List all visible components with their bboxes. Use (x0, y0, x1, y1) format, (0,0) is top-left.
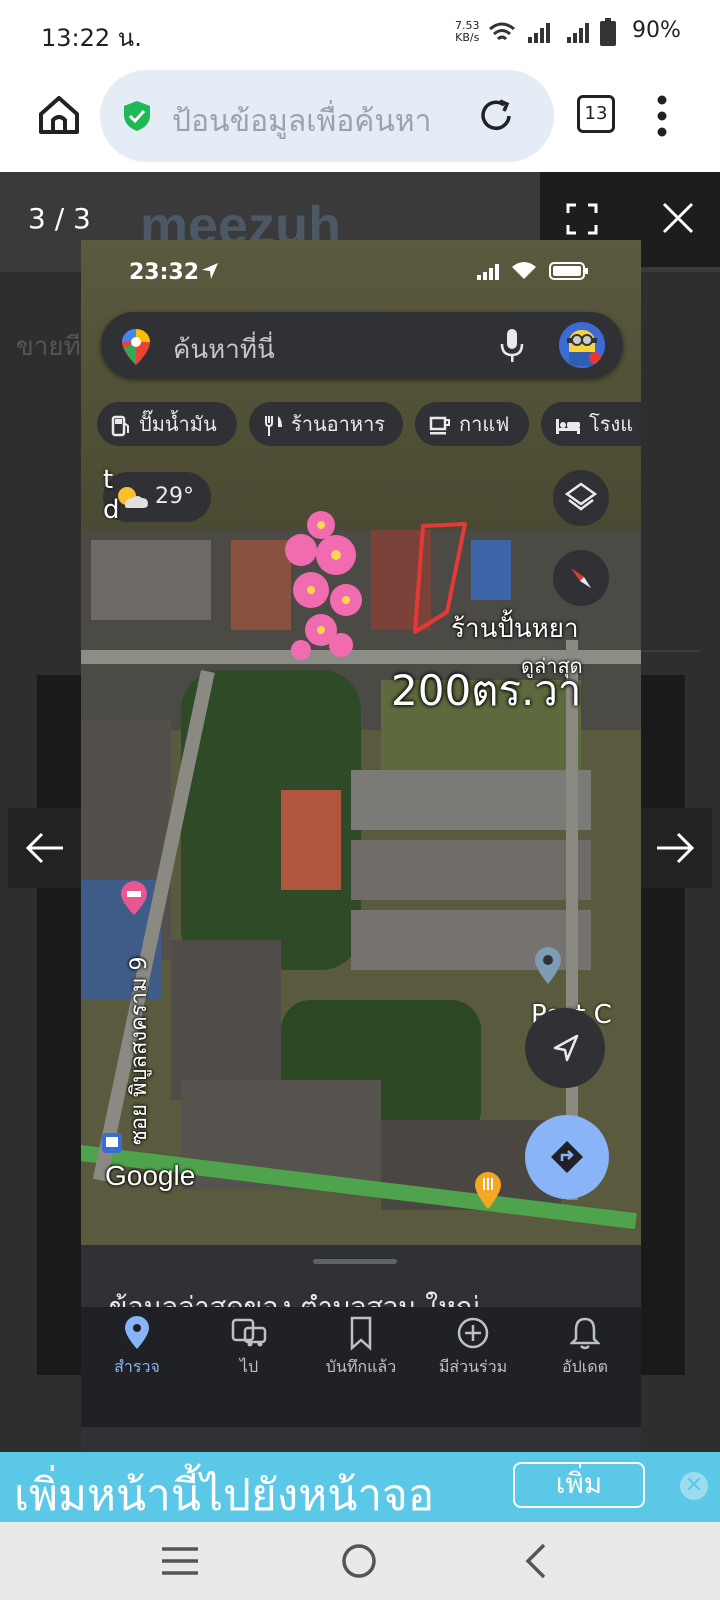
map-pin-icon[interactable] (533, 945, 563, 985)
signal-icon-2 (567, 23, 589, 43)
add-button[interactable]: เพิ่ม (513, 1462, 645, 1508)
compass-icon (571, 568, 591, 588)
map-label-street: ซอย พิบูลสงคราม 9 (127, 956, 152, 1145)
fullscreen-icon[interactable] (566, 203, 598, 235)
next-image-button[interactable] (638, 808, 712, 888)
wifi-icon (489, 22, 515, 41)
chip-coffee[interactable]: กาแฟ (415, 402, 529, 446)
account-avatar[interactable] (559, 322, 605, 368)
recent-apps-icon[interactable] (160, 1544, 200, 1578)
nav-go[interactable]: ไป (193, 1315, 305, 1380)
gallery-side-right (641, 675, 685, 1375)
commute-icon (231, 1318, 267, 1347)
status-time: 13:22 น. (41, 24, 142, 52)
close-icon[interactable] (660, 200, 696, 236)
gallery-image: 23:32 ค้นหาที่นี่ ปั๊มน้ำมัน ร้านอาหาร ก… (81, 240, 641, 1453)
chip-label: ปั๊มน้ำมัน (139, 412, 217, 436)
battery-percent: 90% (632, 18, 681, 43)
google-watermark: Google (105, 1160, 196, 1191)
hotel-icon (556, 418, 580, 434)
home-circle-icon[interactable] (340, 1542, 378, 1580)
chip-label: ร้านอาหาร (291, 412, 386, 436)
explore-pin-icon (125, 1316, 149, 1349)
phone-wifi-icon (512, 262, 536, 279)
nav-explore[interactable]: สำรวจ (81, 1315, 193, 1380)
layers-button[interactable] (553, 470, 609, 526)
banner-text: เพิ่มหน้านี้ไปยังหน้าจอ (14, 1470, 435, 1521)
nav-label: อัปเดต (561, 1357, 608, 1376)
chip-label: กาแฟ (459, 412, 510, 436)
nav-label: สำรวจ (114, 1357, 160, 1376)
my-location-button[interactable] (525, 1008, 605, 1088)
battery-icon (600, 18, 616, 46)
phone-status-time: 23:32 (129, 260, 200, 285)
bell-icon (570, 1317, 600, 1350)
signal-icon (528, 23, 550, 43)
add-to-home-banner[interactable]: เพิ่มหน้านี้ไปยังหน้าจอ เพิ่ม ✕ (0, 1452, 720, 1522)
secure-shield-icon (124, 101, 150, 131)
nav-contribute[interactable]: มีส่วนร่วม (417, 1315, 529, 1380)
system-nav-bar (0, 1522, 720, 1600)
nav-label: มีส่วนร่วม (438, 1357, 508, 1376)
status-bar: 13:22 น. 7.53 KB/s 90% (0, 0, 720, 68)
map-edge-label: t d (103, 465, 120, 525)
map-label-shop: ร้านปั้นหยา (451, 614, 579, 644)
tab-switcher-button[interactable]: 13 (577, 95, 615, 133)
back-icon[interactable] (524, 1542, 548, 1580)
chip-label: โรงแ (589, 412, 634, 436)
nav-updates[interactable]: อัปเดต (529, 1315, 641, 1380)
partly-sunny-icon (118, 487, 148, 508)
directions-button[interactable] (525, 1115, 609, 1199)
directions-icon (551, 1141, 583, 1173)
map-search-placeholder: ค้นหาที่นี่ (173, 335, 275, 365)
chip-restaurant[interactable]: ร้านอาหาร (249, 402, 403, 446)
arrow-right-icon (657, 832, 695, 864)
hotel-pin-icon[interactable] (119, 880, 149, 916)
nav-label: บันทึกแล้ว (325, 1357, 397, 1376)
minion-avatar-icon (567, 330, 601, 366)
gallery-side-left (37, 675, 81, 1375)
satellite-map[interactable]: 23:32 ค้นหาที่นี่ ปั๊มน้ำมัน ร้านอาหาร ก… (81, 240, 641, 1245)
nav-saved[interactable]: บันทึกแล้ว (305, 1315, 417, 1380)
site-text-fragment: ขายที (16, 332, 81, 362)
layers-icon (564, 482, 598, 511)
home-button[interactable] (36, 92, 82, 138)
bookmark-icon (350, 1316, 372, 1351)
chip-hotel[interactable]: โรงแ (541, 402, 641, 446)
previous-image-button[interactable] (8, 808, 82, 888)
compass-button[interactable] (553, 550, 609, 606)
sheet-drag-handle[interactable] (313, 1259, 397, 1264)
bottom-sheet[interactable]: ข้อมูลล่าสุดของ ตำบลสวน ใหญ่ สำรวจ ไป บั… (81, 1245, 641, 1453)
nav-label: ไป (239, 1357, 259, 1376)
address-bar[interactable]: ป้อนข้อมูลเพื่อค้นหา (100, 70, 554, 162)
chip-gas-station[interactable]: ปั๊มน้ำมัน (97, 402, 237, 446)
temperature: 29° (155, 484, 194, 509)
image-counter: 3 / 3 (28, 202, 91, 235)
network-speed: 7.53 KB/s (455, 19, 480, 44)
maps-pin-icon (122, 329, 150, 365)
arrow-left-icon (25, 832, 63, 864)
restaurant-pin-icon[interactable] (473, 1170, 503, 1210)
restaurant-icon (265, 415, 282, 436)
flower-sticker (285, 511, 362, 660)
microphone-icon[interactable] (499, 328, 525, 364)
reload-icon[interactable] (476, 96, 516, 136)
gas-station-icon (111, 415, 129, 436)
area-annotation: 200ตร.วา (391, 666, 582, 715)
coffee-icon (429, 416, 450, 434)
address-placeholder: ป้อนข้อมูลเพื่อค้นหา (172, 104, 432, 139)
map-search-box[interactable]: ค้นหาที่นี่ (101, 312, 623, 378)
add-circle-icon (457, 1317, 489, 1349)
more-menu-icon[interactable] (652, 92, 672, 140)
bus-stop-icon[interactable] (101, 1132, 123, 1154)
phone-battery-icon (549, 262, 588, 280)
banner-close-icon[interactable]: ✕ (680, 1472, 708, 1500)
navigation-arrow-icon (553, 1034, 579, 1062)
phone-signal-icon (477, 264, 499, 280)
location-arrow-icon (202, 263, 218, 279)
maps-bottom-nav: สำรวจ ไป บันทึกแล้ว มีส่วนร่วม อัปเดต (81, 1307, 641, 1427)
